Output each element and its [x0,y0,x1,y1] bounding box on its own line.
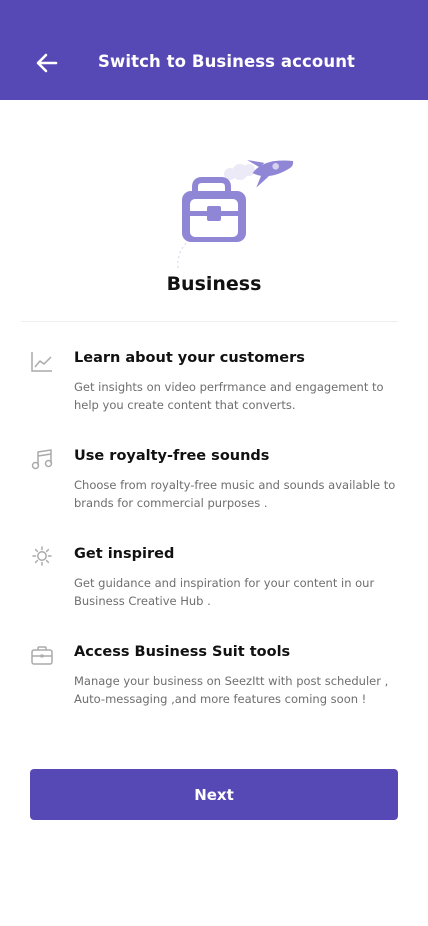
feature-description: Get guidance and inspiration for your co… [74,576,375,608]
arrow-left-icon [36,53,58,73]
line-chart-icon [31,352,52,372]
section-title: Business [166,273,262,295]
back-button[interactable] [34,50,60,76]
feature-title: Get inspired [74,546,175,562]
feature-title: Learn about your customers [74,350,305,366]
briefcase-icon [31,646,53,665]
divider [21,321,398,322]
feature-description: Manage your business on SeezItt with pos… [74,674,389,706]
sun-icon [32,546,52,566]
briefcase-illustration-icon [182,177,246,242]
feature-description: Get insights on video perfrmance and eng… [74,380,384,412]
app-header: Switch to Business account [0,0,428,100]
feature-title: Use royalty-free sounds [74,448,270,464]
music-note-icon [31,449,53,470]
next-button[interactable]: Next [30,769,398,820]
business-illustration [170,150,300,270]
page-title: Switch to Business account [98,52,356,71]
feature-description: Choose from royalty-free music and sound… [74,478,396,510]
feature-title: Access Business Suit tools [74,644,291,660]
